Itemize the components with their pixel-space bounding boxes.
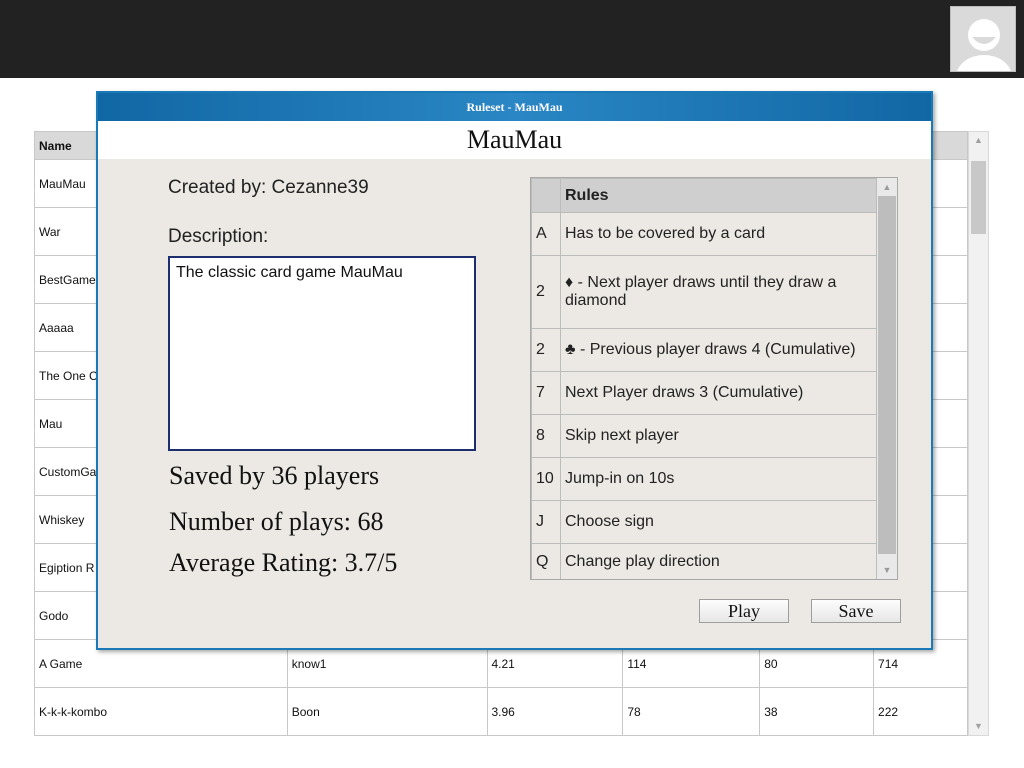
rule-card-key: A — [531, 212, 561, 256]
rule-description: Jump-in on 10s — [560, 457, 877, 501]
rule-row[interactable]: 8 Skip next player — [531, 414, 877, 458]
plays-count: Number of plays: 68 — [169, 507, 384, 536]
created-by-label: Created by: Cezanne39 — [168, 177, 369, 198]
description-field[interactable]: The classic card game MauMau — [168, 256, 476, 451]
rule-card-key: Q — [531, 543, 561, 579]
rule-row[interactable]: A Has to be covered by a card — [531, 212, 877, 256]
rule-description: ♣ - Previous player draws 4 (Cumulative) — [560, 328, 877, 372]
rule-row[interactable]: Q Change play direction — [531, 543, 877, 579]
scroll-up-icon[interactable]: ▲ — [877, 178, 897, 196]
rule-card-key: 7 — [531, 371, 561, 415]
table-cell: 38 — [759, 687, 875, 736]
average-rating: Average Rating: 3.7/5 — [169, 548, 398, 577]
ruleset-dialog: Ruleset - MauMau MauMau Created by: Ceza… — [96, 91, 933, 650]
rule-card-key: 10 — [531, 457, 561, 501]
rules-table: Rules A Has to be covered by a card 2 ♦ - N… — [530, 177, 898, 580]
rule-row[interactable]: 10 Jump-in on 10s — [531, 457, 877, 501]
table-cell: 78 — [622, 687, 761, 736]
rule-card-key: 2 — [531, 328, 561, 372]
rule-description: ♦ - Next player draws until they draw a … — [560, 255, 877, 329]
rule-description: Skip next player — [560, 414, 877, 458]
ruleset-name: MauMau — [98, 121, 931, 159]
description-label: Description: — [168, 226, 269, 247]
table-row[interactable]: K-k-k-kombo Boon 3.96 78 38 222 — [34, 687, 968, 736]
rules-scrollbar[interactable]: ▲ ▼ — [877, 178, 897, 579]
rules-key-header — [531, 178, 561, 213]
rule-description: Has to be covered by a card — [560, 212, 877, 256]
scrollbar-thumb[interactable] — [878, 196, 896, 554]
user-avatar[interactable] — [950, 6, 1016, 72]
rule-description: Next Player draws 3 (Cumulative) — [560, 371, 877, 415]
top-bar — [0, 0, 1024, 78]
rule-card-key: 2 — [531, 255, 561, 329]
scrollbar-thumb[interactable] — [971, 161, 986, 234]
rule-description: Change play direction — [560, 543, 877, 579]
user-icon — [951, 7, 1015, 71]
table-cell: K-k-k-kombo — [34, 687, 288, 736]
rule-row[interactable]: 7 Next Player draws 3 (Cumulative) — [531, 371, 877, 415]
table-cell: 222 — [873, 687, 968, 736]
save-button[interactable]: Save — [811, 599, 901, 623]
table-cell: 3.96 — [486, 687, 624, 736]
saved-by-count: Saved by 36 players — [169, 461, 380, 490]
dialog-title: Ruleset - MauMau — [98, 93, 931, 121]
rule-card-key: 8 — [531, 414, 561, 458]
rule-row[interactable]: 2 ♦ - Next player draws until they draw a… — [531, 255, 877, 329]
rule-row[interactable]: J Choose sign — [531, 500, 877, 544]
rule-description: Choose sign — [560, 500, 877, 544]
rules-header: Rules — [560, 178, 877, 213]
play-button[interactable]: Play — [699, 599, 789, 623]
rule-row[interactable]: 2 ♣ - Previous player draws 4 (Cumulative… — [531, 328, 877, 372]
scroll-down-icon[interactable]: ▼ — [877, 561, 897, 579]
table-cell: Boon — [286, 687, 488, 736]
scroll-up-icon[interactable]: ▲ — [969, 132, 988, 149]
games-table-scrollbar[interactable]: ▲ ▼ — [968, 131, 989, 736]
rule-card-key: J — [531, 500, 561, 544]
scroll-down-icon[interactable]: ▼ — [969, 718, 988, 735]
